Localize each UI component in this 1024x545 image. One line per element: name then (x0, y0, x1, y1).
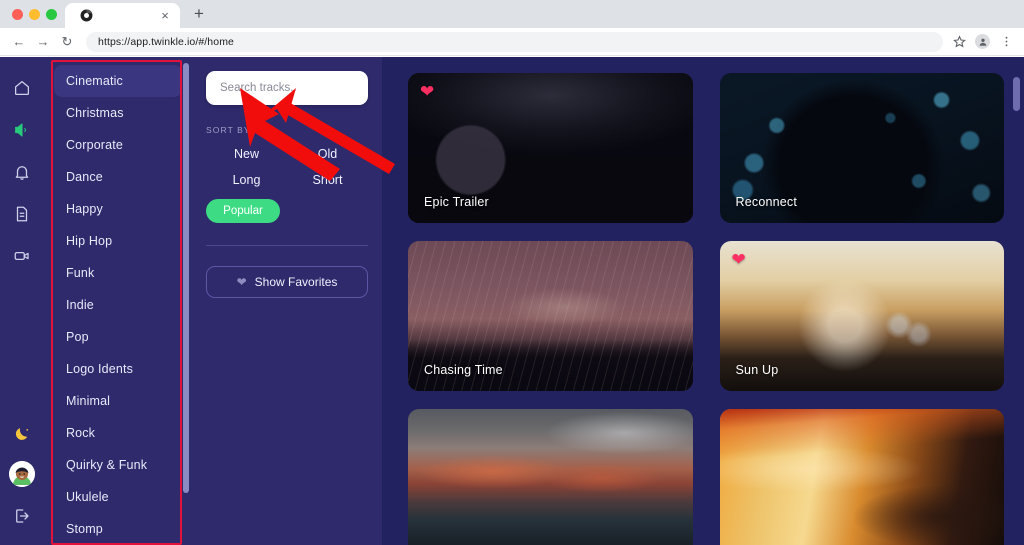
browser-window: × + ← → ↻ https://app.twinkle.io/#/home (0, 0, 1024, 545)
category-item[interactable]: Logo Idents (54, 353, 182, 385)
category-item[interactable]: Happy (54, 193, 182, 225)
track-card[interactable]: Reconnect (719, 73, 1004, 223)
icon-rail (0, 57, 44, 545)
category-item-label: Minimal (66, 394, 111, 408)
show-favorites-label: Show Favorites (254, 275, 338, 289)
sort-option-popular[interactable]: Popular (206, 199, 280, 223)
sort-options: New Old Long Short (206, 147, 368, 187)
track-card[interactable]: Chasing Time (408, 241, 693, 391)
category-item-label: Christmas (66, 106, 124, 120)
category-item[interactable]: Quirky & Funk (54, 449, 182, 481)
category-item-label: Pop (66, 330, 89, 344)
search-input[interactable]: Search tracks.. (206, 71, 368, 105)
content-scrollbar[interactable] (1013, 77, 1020, 111)
category-item[interactable]: Cinematic (54, 65, 182, 97)
category-item-label: Logo Idents (66, 362, 133, 376)
star-icon[interactable] (951, 34, 967, 50)
logout-icon[interactable] (7, 501, 37, 531)
category-item-label: Hip Hop (66, 234, 113, 248)
category-item[interactable]: Indie (54, 289, 182, 321)
track-grid: ❤ Epic Trailer Reconnect Chasing Time ❤ Sun U… (408, 73, 1004, 545)
category-item-label: Ukulele (66, 490, 109, 504)
reload-button[interactable]: ↻ (56, 31, 78, 53)
moon-icon[interactable] (7, 419, 37, 449)
category-item-label: Corporate (66, 138, 123, 152)
category-item-label: Stomp (66, 522, 103, 536)
bell-icon[interactable] (7, 157, 37, 187)
sort-option[interactable]: Long (206, 173, 287, 187)
address-bar-url: https://app.twinkle.io/#/home (98, 35, 234, 48)
category-scrollbar[interactable] (183, 63, 189, 493)
filter-panel: Search tracks.. SORT BY New Old Long Short … (192, 57, 382, 545)
close-tab-button[interactable]: × (158, 9, 172, 22)
user-avatar[interactable] (9, 461, 35, 487)
category-item[interactable]: Corporate (54, 129, 182, 161)
heart-icon: ❤ (236, 275, 247, 289)
category-item-label: Rock (66, 426, 96, 440)
browser-tabstrip: × + (0, 0, 1024, 28)
category-item[interactable]: Christmas (54, 97, 182, 129)
track-card[interactable]: ❤ Sun Up (719, 241, 1004, 391)
favorite-heart-icon[interactable]: ❤ (732, 251, 746, 268)
home-icon[interactable] (7, 73, 37, 103)
category-item[interactable]: Stomp (54, 513, 182, 545)
chrome-icon (79, 8, 93, 23)
track-title: Sun Up (735, 363, 779, 377)
track-title: Reconnect (735, 195, 798, 209)
browser-tab[interactable]: × (65, 3, 180, 28)
kebab-menu-icon[interactable] (998, 34, 1014, 50)
minimize-window-button[interactable] (29, 9, 40, 20)
category-item[interactable]: Rock (54, 417, 182, 449)
video-camera-icon[interactable] (7, 241, 37, 271)
category-item[interactable]: Funk (54, 257, 182, 289)
sort-option[interactable]: New (206, 147, 287, 161)
sort-by-label: SORT BY (206, 125, 251, 135)
category-item-label: Quirky & Funk (66, 458, 148, 472)
profile-icon[interactable] (975, 34, 990, 49)
track-grid-container: ❤ Epic Trailer Reconnect Chasing Time ❤ Sun U… (382, 57, 1024, 545)
category-item[interactable]: Ukulele (54, 481, 182, 513)
track-card[interactable]: ❤ Epic Trailer (408, 73, 693, 223)
filter-divider (206, 245, 368, 246)
category-item[interactable]: Hip Hop (54, 225, 182, 257)
search-placeholder: Search tracks.. (220, 82, 297, 94)
browser-toolbar: ← → ↻ https://app.twinkle.io/#/home (0, 28, 1024, 56)
new-tab-button[interactable]: + (186, 1, 212, 27)
app-viewport: Cinematic Christmas Corporate Dance Happy Hip… (0, 57, 1024, 545)
maximize-window-button[interactable] (46, 9, 57, 20)
back-button[interactable]: ← (8, 31, 30, 53)
sort-option[interactable]: Short (287, 173, 368, 187)
track-artwork (719, 409, 1004, 545)
address-bar[interactable]: https://app.twinkle.io/#/home (86, 31, 943, 52)
speaker-icon[interactable] (7, 115, 37, 145)
category-item[interactable]: Dance (54, 161, 182, 193)
category-sidebar: Cinematic Christmas Corporate Dance Happy Hip… (44, 57, 192, 545)
category-item[interactable]: Pop (54, 321, 182, 353)
track-card[interactable] (408, 409, 693, 545)
category-item[interactable]: Minimal (54, 385, 182, 417)
track-card[interactable] (719, 409, 1004, 545)
favorite-heart-icon[interactable]: ❤ (420, 83, 434, 100)
category-item-label: Dance (66, 170, 103, 184)
category-item-label: Cinematic (66, 74, 123, 88)
show-favorites-button[interactable]: ❤ Show Favorites (206, 266, 368, 298)
forward-button[interactable]: → (32, 31, 54, 53)
toolbar-actions (951, 34, 1016, 50)
category-item-label: Happy (66, 202, 103, 216)
document-icon[interactable] (7, 199, 37, 229)
track-artwork (408, 409, 693, 545)
window-traffic-lights (10, 9, 65, 28)
track-title: Chasing Time (424, 363, 503, 377)
category-item-label: Funk (66, 266, 95, 280)
sort-option[interactable]: Old (287, 147, 368, 161)
track-title: Epic Trailer (424, 195, 489, 209)
close-window-button[interactable] (12, 9, 23, 20)
category-list: Cinematic Christmas Corporate Dance Happy Hip… (44, 61, 192, 545)
category-item-label: Indie (66, 298, 94, 312)
